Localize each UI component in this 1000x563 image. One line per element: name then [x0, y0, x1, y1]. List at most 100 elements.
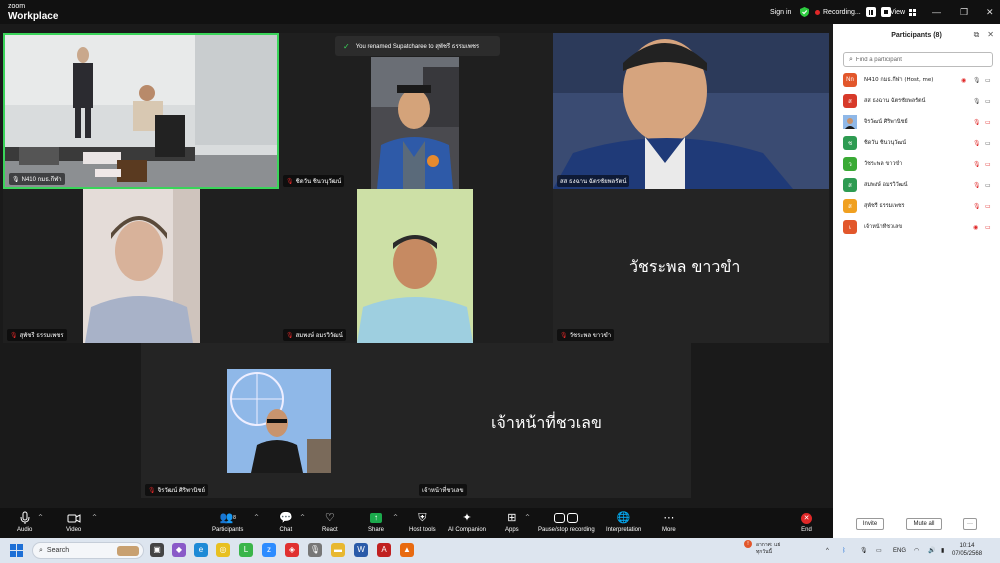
taskbar-search-box[interactable]: ⌕ Search	[32, 542, 144, 559]
logo-line1: zoom	[8, 3, 26, 10]
wifi-icon[interactable]: ◠	[914, 538, 919, 563]
panel-more-button[interactable]: ···	[963, 518, 977, 530]
chat-button[interactable]: 💬 Chat	[279, 511, 293, 533]
input-language-indicator[interactable]: ENG	[893, 538, 906, 563]
react-button[interactable]: ♡ React	[322, 511, 338, 533]
windows-start-icon[interactable]	[10, 544, 23, 557]
video-off-icon[interactable]: ▭	[985, 161, 991, 168]
bluetooth-icon[interactable]: ᛒ	[842, 538, 846, 563]
muted-mic-icon[interactable]: 🎙	[973, 119, 981, 126]
audio-options-chevron-icon[interactable]: ^	[38, 514, 43, 521]
zoom-app-icon[interactable]: z	[262, 543, 276, 557]
checkmark-icon: ✓	[343, 41, 350, 51]
close-panel-icon[interactable]: ✕	[987, 30, 994, 40]
video-button[interactable]: Video	[66, 511, 81, 533]
participant-row[interactable]: ช ชิดวัน ชินวนุวัฒน์ 🎙 ▭	[843, 134, 996, 152]
video-off-icon[interactable]: ▭	[985, 119, 991, 126]
host-tools-button[interactable]: ⛨ Host tools	[409, 511, 436, 533]
share-options-chevron-icon[interactable]: ^	[393, 514, 398, 521]
participants-options-chevron-icon[interactable]: ^	[254, 514, 259, 521]
invite-button[interactable]: Invite	[856, 518, 884, 530]
video-options-chevron-icon[interactable]: ^	[92, 514, 97, 521]
line-app-icon[interactable]: L	[239, 543, 253, 557]
pop-out-icon[interactable]: ⧉	[974, 30, 980, 40]
view-menu[interactable]: View	[890, 0, 917, 24]
participant-row[interactable]: ส สุพัชรี ธรรมเพชร 🎙 ▭	[843, 197, 996, 215]
word-app-icon[interactable]: W	[354, 543, 368, 557]
grid-icon	[909, 8, 917, 16]
share-button[interactable]: ↑ Share	[368, 511, 384, 533]
microphone-tray-icon[interactable]: 🎙	[860, 538, 868, 563]
muted-mic-icon[interactable]: 🎙	[973, 161, 981, 168]
chat-options-chevron-icon[interactable]: ^	[300, 514, 305, 521]
video-tile-host[interactable]: 🎙 N410 กมธ.กีฬา	[3, 33, 279, 189]
video-tile-watcharapol[interactable]: วัชระพล ขาวขำ 🎙 วัชระพล ขาวขำ	[553, 189, 829, 343]
video-tile-jirawat[interactable]: 🎙 จิรวัฒน์ ศิริพานิชย์	[141, 343, 415, 498]
keyboard-icon[interactable]: ▭	[876, 538, 882, 563]
video-camera-icon[interactable]: ▭	[985, 182, 991, 189]
participant-row[interactable]: ส สส ธงฉาน ฉัตรชัยพลรัตน์ 🎙 ▭	[843, 92, 996, 110]
pause-stop-recording-button[interactable]: Pause/stop recording	[538, 511, 595, 533]
weather-widget[interactable]: อากาศ: แย่ ทุกวันนี้	[756, 542, 780, 556]
ai-companion-button[interactable]: ✦ AI Companion	[448, 511, 486, 533]
apps-label: Apps	[505, 527, 519, 533]
shield-icon[interactable]	[800, 0, 809, 24]
video-tile-supatcharee[interactable]: 🎙 สุพัชรี ธรรมเพชร	[3, 189, 279, 343]
participant-name-label: สส ธงฉาน ฉัตรชัยพลรัตน์	[557, 175, 630, 187]
copilot-icon[interactable]: ◆	[172, 543, 186, 557]
apps-button[interactable]: ⊞ Apps	[505, 511, 519, 533]
video-off-icon[interactable]: ▭	[985, 203, 991, 210]
video-camera-icon[interactable]: ▭	[985, 140, 991, 147]
pdf-reader-icon[interactable]: A	[377, 543, 391, 557]
chrome-browser-icon[interactable]: ◎	[216, 543, 230, 557]
vlc-player-icon[interactable]: ▲	[400, 543, 414, 557]
video-camera-icon[interactable]: ▭	[985, 77, 991, 84]
battery-icon[interactable]: ▮	[941, 538, 944, 563]
participant-row[interactable]: Nn N410 กมธ.กีฬา (Host, me) ◉ 🎙 ▭	[843, 71, 996, 89]
sign-in-link[interactable]: Sign in	[770, 0, 791, 24]
participant-search-input[interactable]	[855, 56, 986, 63]
video-camera-icon[interactable]: ▭	[985, 98, 991, 105]
zoom-logo: zoom Workplace	[8, 2, 58, 22]
task-view-icon[interactable]: ▣	[150, 543, 164, 557]
participant-video	[371, 57, 459, 189]
participant-row[interactable]: จิรวัฒน์ ศิริพานิชย์ 🎙 ▭	[843, 113, 996, 131]
video-tile-sompong[interactable]: 🎙 สมพงษ์ อมรวิวัฒน์	[279, 189, 553, 343]
interpretation-button[interactable]: 🌐 Interpretation	[606, 511, 641, 533]
audio-button[interactable]: Audio	[17, 511, 32, 533]
video-tile-chidwan[interactable]: 🎙 ชิดวัน ชินวนุวัฒน์	[279, 33, 553, 189]
system-clock[interactable]: 10:14 07/05/2568	[952, 542, 982, 558]
video-tile-stenographer[interactable]: เจ้าหน้าที่ชวเลข เจ้าหน้าที่ชวเลข	[415, 343, 691, 498]
shield-icon: ⛨	[418, 512, 427, 524]
host-tools-label: Host tools	[409, 527, 436, 533]
microphone-icon[interactable]: 🎙	[973, 77, 981, 84]
end-meeting-button[interactable]: ✕ End	[801, 511, 812, 533]
participants-label: Participants	[212, 527, 244, 533]
speaker-icon[interactable]: 🔊	[928, 538, 935, 563]
close-icon[interactable]: ✕	[986, 0, 994, 24]
video-tile-thongchan[interactable]: สส ธงฉาน ฉัตรชัยพลรัตน์	[553, 33, 829, 189]
video-off-icon[interactable]: ▭	[985, 224, 991, 231]
edge-browser-icon[interactable]: e	[194, 543, 208, 557]
muted-mic-icon[interactable]: 🎙	[973, 203, 981, 210]
muted-mic-icon[interactable]: 🎙	[973, 140, 981, 147]
show-hidden-icons-chevron-icon[interactable]: ^	[826, 538, 829, 563]
pause-recording-button[interactable]	[865, 7, 876, 17]
microphone-app-icon[interactable]: 🎙	[308, 543, 322, 557]
file-explorer-icon[interactable]: ▬	[331, 543, 345, 557]
mute-all-button[interactable]: Mute all	[906, 518, 942, 530]
muted-mic-icon[interactable]: 🎙	[973, 182, 981, 189]
video-camera-icon	[67, 514, 81, 523]
participant-row[interactable]: ส สมพงษ์ อมรวิวัฒน์ 🎙 ▭	[843, 176, 996, 194]
more-button[interactable]: ⋯ More	[662, 511, 676, 533]
recording-indicator[interactable]: Recording...	[815, 0, 891, 24]
maximize-icon[interactable]: ❐	[960, 0, 968, 24]
apps-options-chevron-icon[interactable]: ^	[525, 514, 530, 521]
participant-search-box[interactable]: ⌕	[843, 52, 993, 67]
participant-row[interactable]: เ เจ้าหน้าที่ชวเลข ◉ ▭	[843, 218, 996, 236]
participants-button[interactable]: 👥8 Participants	[212, 511, 243, 533]
anydesk-icon[interactable]: ◈	[285, 543, 299, 557]
microphone-icon[interactable]: 🎙	[973, 98, 981, 105]
participant-row[interactable]: ว วัชระพล ขาวขำ 🎙 ▭	[843, 155, 996, 173]
minimize-icon[interactable]: —	[932, 0, 941, 24]
